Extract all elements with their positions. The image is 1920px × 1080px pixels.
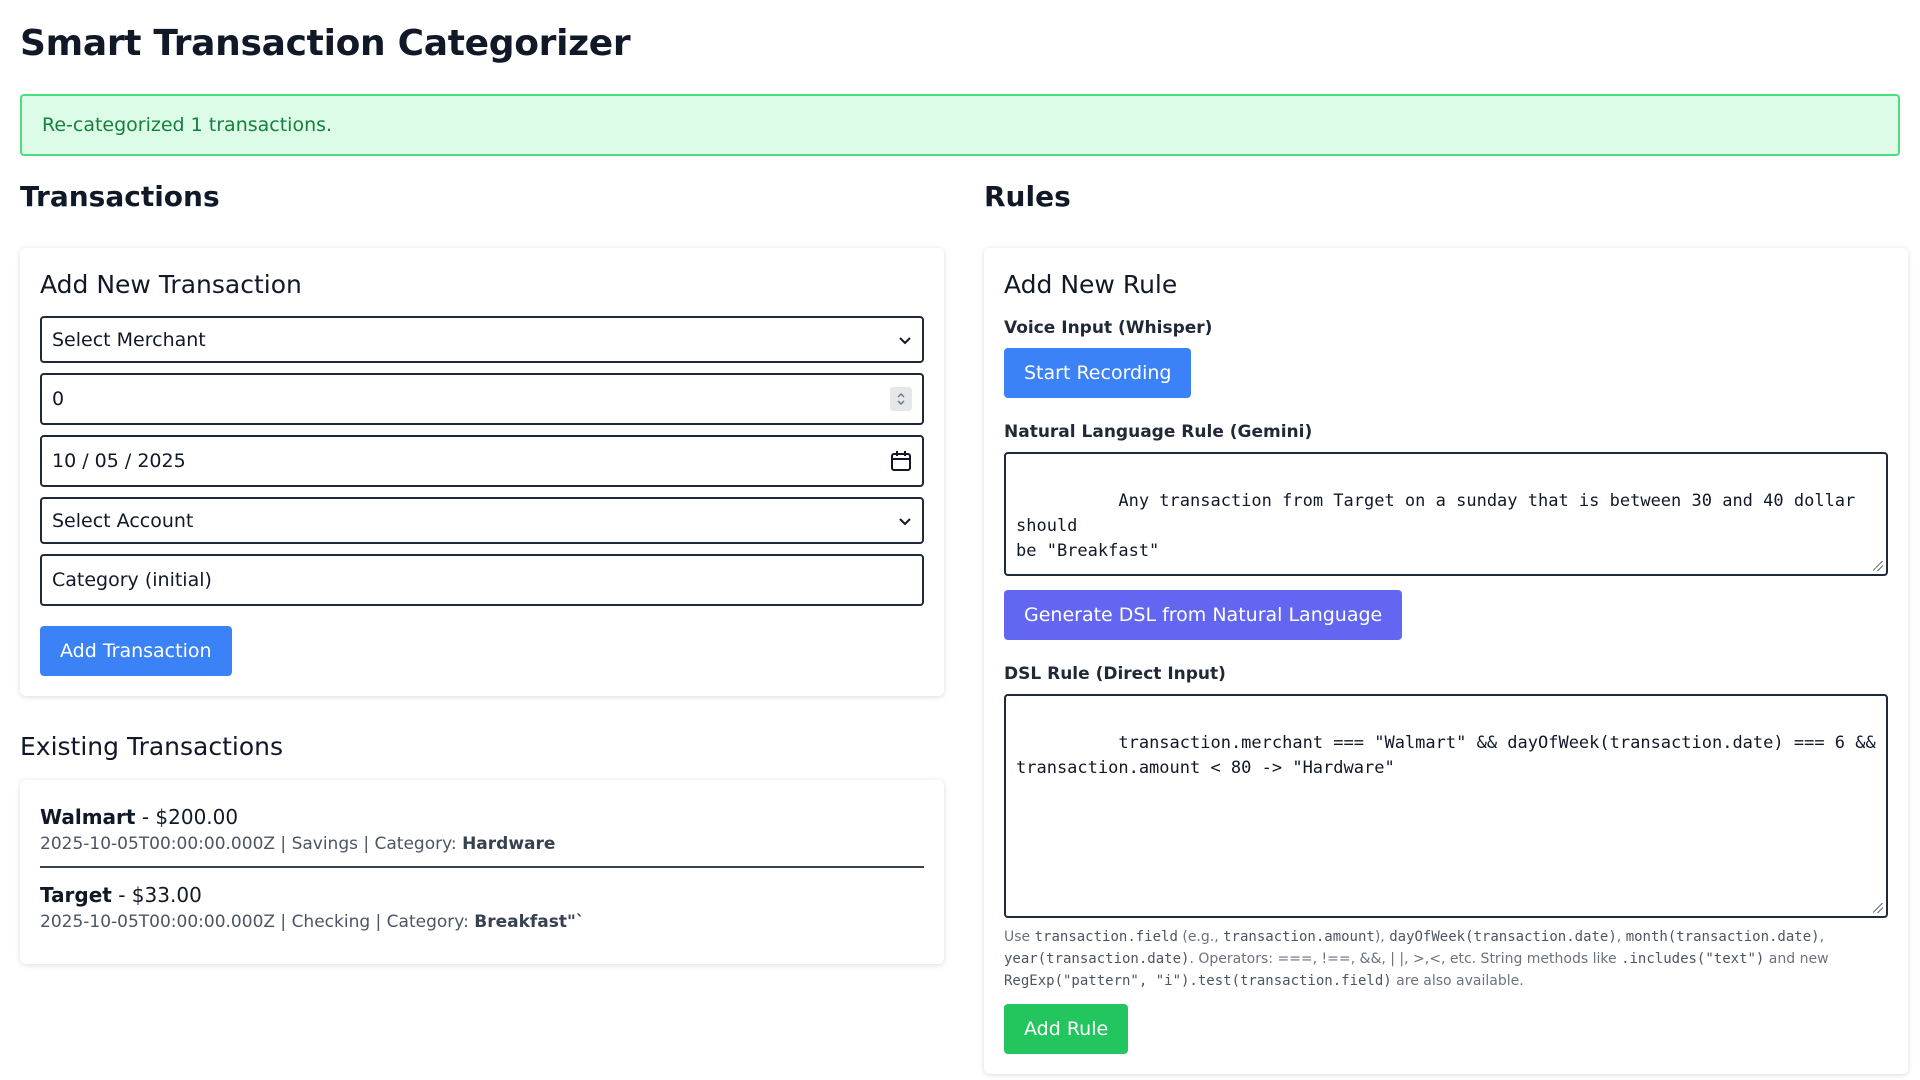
category-placeholder: Category (initial): [52, 569, 212, 591]
transaction-category: Hardware: [462, 834, 556, 854]
rules-column: Rules Add New Rule Voice Input (Whisper)…: [984, 178, 1908, 1074]
transaction-details: 2025-10-05T00:00:00.000Z | Savings | Cat…: [40, 834, 463, 854]
add-transaction-button[interactable]: Add Transaction: [40, 626, 232, 676]
dsl-rule-label: DSL Rule (Direct Input): [1004, 664, 1226, 684]
help-code: transaction.amount: [1223, 929, 1375, 945]
rules-heading: Rules: [984, 180, 1071, 213]
date-value: 10 / 05 / 2025: [52, 450, 186, 472]
app-title: Smart Transaction Categorizer: [20, 23, 631, 64]
transactions-heading: Transactions: [20, 180, 220, 213]
transaction-merchant: Walmart: [40, 805, 136, 829]
alert-message: Re-categorized 1 transactions.: [42, 114, 333, 136]
account-select[interactable]: Select Account: [40, 497, 924, 544]
transaction-amount: - $200.00: [135, 805, 239, 829]
transaction-header: Walmart - $200.00: [40, 802, 924, 832]
help-text: are also available.: [1391, 973, 1524, 989]
resize-grip-icon[interactable]: [1873, 561, 1883, 571]
help-code: dayOfWeek(transaction.date): [1389, 929, 1617, 945]
list-item: Walmart - $200.00 2025-10-05T00:00:00.00…: [40, 802, 924, 866]
list-item: Target - $33.00 2025-10-05T00:00:00.000Z…: [40, 866, 924, 944]
help-text: (e.g.,: [1177, 929, 1224, 945]
resize-grip-icon[interactable]: [1873, 903, 1883, 913]
natural-language-label: Natural Language Rule (Gemini): [1004, 422, 1313, 442]
spinner-icon[interactable]: [890, 387, 912, 411]
chevron-down-icon: [899, 336, 911, 344]
success-alert: Re-categorized 1 transactions.: [20, 94, 1900, 156]
add-rule-title: Add New Rule: [1004, 270, 1178, 299]
natural-language-textarea[interactable]: Any transaction from Target on a sunday …: [1004, 452, 1888, 576]
page: Smart Transaction Categorizer Re-categor…: [0, 0, 1920, 1080]
transaction-category: Breakfast"`: [474, 912, 585, 932]
help-text: . Operators: ===, !==, &&, | |, >,<, etc…: [1189, 951, 1622, 967]
help-code: transaction.field: [1034, 929, 1178, 945]
add-rule-card: Add New Rule Voice Input (Whisper) Start…: [984, 248, 1908, 1074]
add-transaction-card: Add New Transaction Select Merchant 0 10…: [20, 248, 944, 696]
transaction-meta: 2025-10-05T00:00:00.000Z | Checking | Ca…: [40, 910, 924, 934]
transaction-meta: 2025-10-05T00:00:00.000Z | Savings | Cat…: [40, 832, 924, 856]
help-code: .includes("text"): [1621, 951, 1765, 967]
date-input[interactable]: 10 / 05 / 2025: [40, 435, 924, 487]
voice-input-label: Voice Input (Whisper): [1004, 318, 1213, 338]
natural-language-text: Any transaction from Target on a sunday …: [1016, 491, 1856, 561]
add-rule-button[interactable]: Add Rule: [1004, 1004, 1129, 1054]
transactions-column: Transactions Add New Transaction Select …: [20, 178, 944, 1074]
transaction-amount: - $33.00: [111, 883, 202, 907]
help-text: ,: [1819, 929, 1825, 945]
dsl-rule-text: transaction.merchant === "Walmart" && da…: [1016, 733, 1876, 778]
existing-transactions-heading: Existing Transactions: [20, 732, 284, 761]
merchant-select[interactable]: Select Merchant: [40, 316, 924, 363]
amount-value: 0: [52, 388, 65, 410]
chevron-down-icon: [899, 517, 911, 525]
help-text: ,: [1616, 929, 1626, 945]
transaction-merchant: Target: [40, 883, 112, 907]
dsl-help-text: Use transaction.field (e.g., transaction…: [1004, 926, 1888, 992]
main-columns: Transactions Add New Transaction Select …: [20, 178, 1908, 1074]
dsl-rule-textarea[interactable]: transaction.merchant === "Walmart" && da…: [1004, 694, 1888, 918]
help-code: RegExp("pattern", "i").test(transaction.…: [1004, 973, 1392, 989]
merchant-select-value: Select Merchant: [52, 328, 206, 351]
amount-input[interactable]: 0: [40, 373, 924, 425]
help-code: year(transaction.date): [1004, 951, 1190, 967]
category-input[interactable]: Category (initial): [40, 554, 924, 606]
account-select-value: Select Account: [52, 509, 194, 532]
help-text: Use: [1004, 929, 1035, 945]
help-text: ),: [1374, 929, 1390, 945]
add-transaction-title: Add New Transaction: [40, 270, 302, 299]
transaction-list: Walmart - $200.00 2025-10-05T00:00:00.00…: [20, 780, 944, 964]
transaction-details: 2025-10-05T00:00:00.000Z | Checking | Ca…: [40, 912, 475, 932]
calendar-icon[interactable]: [890, 450, 912, 472]
help-text: and new: [1764, 951, 1829, 967]
help-code: month(transaction.date): [1625, 929, 1820, 945]
transaction-header: Target - $33.00: [40, 880, 924, 910]
start-recording-button[interactable]: Start Recording: [1004, 348, 1192, 398]
